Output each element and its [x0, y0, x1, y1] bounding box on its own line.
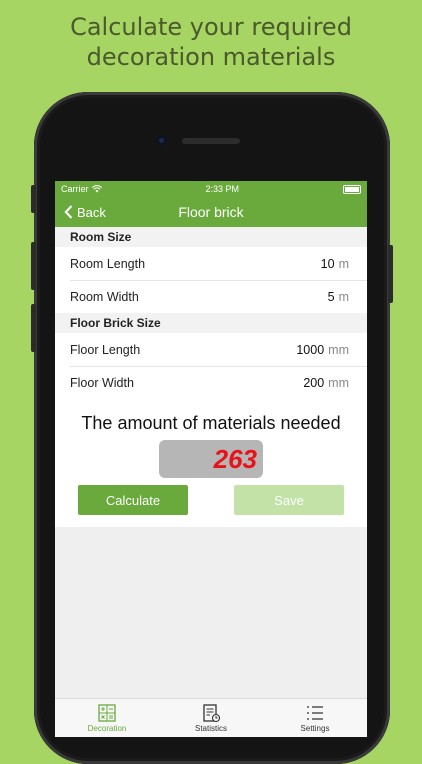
room-length-field[interactable]: 10 m	[321, 257, 349, 271]
room-width-unit: m	[338, 289, 349, 304]
floor-width-label: Floor Width	[70, 375, 134, 390]
status-time: 2:33 PM	[205, 184, 240, 194]
result-display: 263	[159, 440, 263, 478]
result-value: 263	[213, 443, 257, 474]
power-button	[388, 245, 393, 303]
floor-length-unit: mm	[328, 342, 349, 357]
promo-line-2: decoration materials	[86, 43, 336, 71]
front-camera	[156, 135, 167, 146]
navigation-bar: Back Floor brick	[55, 197, 367, 227]
status-bar: Carrier 2:33 PM	[55, 181, 367, 197]
volume-up-button	[31, 242, 36, 290]
calculate-button[interactable]: Calculate	[78, 485, 188, 515]
room-length-unit: m	[338, 256, 349, 271]
carrier-label: Carrier	[61, 184, 89, 194]
earpiece-speaker	[182, 138, 240, 144]
result-title: The amount of materials needed	[81, 413, 341, 433]
tab-bar: Decoration Statistics Settings	[55, 698, 367, 737]
floor-length-value[interactable]: 1000	[296, 343, 324, 357]
statistics-icon	[203, 704, 221, 723]
page-title: Floor brick	[178, 204, 244, 220]
promo-line-1: Calculate your required	[70, 13, 352, 41]
tab-decoration-label: Decoration	[87, 724, 127, 733]
volume-down-button	[31, 304, 36, 352]
floor-width-value[interactable]: 200	[303, 376, 324, 390]
calculator-icon	[98, 704, 116, 722]
room-width-label: Room Width	[70, 289, 139, 304]
tab-decoration[interactable]: Decoration	[67, 703, 147, 733]
tab-settings[interactable]: Settings	[275, 703, 355, 733]
wifi-icon	[91, 185, 102, 193]
room-size-header: Room Size	[55, 227, 367, 247]
floor-length-label: Floor Length	[70, 342, 141, 357]
tab-statistics-label: Statistics	[194, 724, 227, 733]
app-screen: Carrier 2:33 PM Back Floor brick Room Si…	[55, 181, 367, 737]
input-form: Room Size Room Length 10 m Room Width 5 …	[55, 227, 367, 399]
floor-length-field[interactable]: 1000 mm	[296, 343, 349, 357]
tab-statistics[interactable]: Statistics	[171, 703, 251, 733]
battery-icon	[342, 184, 361, 194]
room-width-row: Room Width 5 m	[55, 280, 367, 313]
brick-size-header: Floor Brick Size	[55, 313, 367, 333]
floor-length-row: Floor Length 1000 mm	[55, 333, 367, 366]
room-width-value[interactable]: 5	[328, 290, 335, 304]
room-width-field[interactable]: 5 m	[328, 290, 349, 304]
result-panel: The amount of materials needed 263 Calcu…	[55, 399, 367, 527]
room-length-value[interactable]: 10	[321, 257, 335, 271]
mute-switch	[31, 185, 36, 213]
tab-settings-label: Settings	[300, 724, 330, 733]
floor-width-row: Floor Width 200 mm	[55, 366, 367, 399]
room-length-row: Room Length 10 m	[55, 247, 367, 280]
room-length-label: Room Length	[70, 256, 146, 271]
floor-width-field[interactable]: 200 mm	[303, 376, 349, 390]
back-label: Back	[77, 204, 106, 220]
action-buttons: Calculate Save	[55, 485, 367, 515]
floor-width-unit: mm	[328, 375, 349, 390]
back-button[interactable]: Back	[64, 197, 106, 227]
promo-headline: Calculate your required decoration mater…	[0, 12, 422, 72]
save-button[interactable]: Save	[234, 485, 344, 515]
chevron-left-icon	[64, 205, 73, 219]
settings-list-icon	[307, 706, 323, 720]
